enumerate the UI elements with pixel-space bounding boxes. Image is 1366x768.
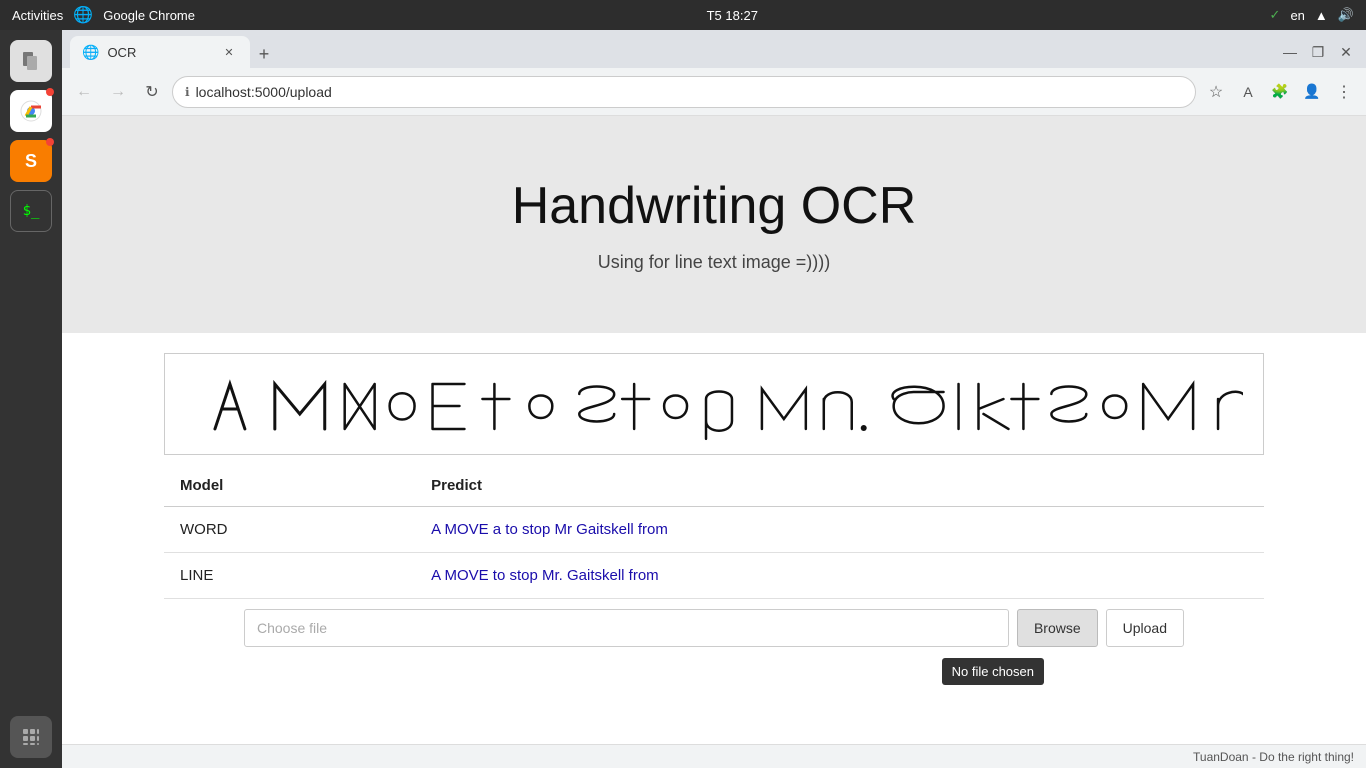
extension-icon[interactable]: 🧩 <box>1266 78 1294 106</box>
no-file-tooltip: No file chosen <box>942 658 1044 685</box>
taskbar-files-icon[interactable] <box>10 40 52 82</box>
results-section: Model Predict WORD A MOVE a to stop Mr G… <box>164 465 1264 687</box>
handwriting-image-area <box>164 353 1264 455</box>
browse-button[interactable]: Browse <box>1017 609 1098 647</box>
table-row: LINE A MOVE to stop Mr. Gaitskell from <box>164 553 1264 599</box>
results-table: Model Predict WORD A MOVE a to stop Mr G… <box>164 465 1264 599</box>
profile-icon[interactable]: 👤 <box>1298 78 1326 106</box>
tab-title: OCR <box>107 45 136 60</box>
status-bar: TuanDoan - Do the right thing! <box>62 744 1366 768</box>
volume-icon: 🔊 <box>1338 7 1354 23</box>
taskbar-sublime-icon[interactable]: S <box>10 140 52 182</box>
reload-button[interactable]: ↻ <box>138 78 166 106</box>
new-tab-button[interactable]: + <box>250 40 278 68</box>
upload-button[interactable]: Upload <box>1106 609 1184 647</box>
taskbar-terminal-icon[interactable]: $_ <box>10 190 52 232</box>
menu-button[interactable]: ⋮ <box>1330 78 1358 106</box>
page-title: Handwriting OCR <box>82 176 1346 236</box>
predict-line-cell: A MOVE to stop Mr. Gaitskell from <box>415 553 1264 599</box>
col-predict-header: Predict <box>415 465 1264 507</box>
table-row: WORD A MOVE a to stop Mr Gaitskell from <box>164 507 1264 553</box>
tab-close-button[interactable]: ✕ <box>220 43 238 61</box>
tab-favicon: 🌐 <box>82 44 99 61</box>
minimize-button[interactable]: — <box>1278 40 1302 64</box>
upload-form: Choose file Browse Upload No file chosen <box>244 609 1184 647</box>
browser-tab[interactable]: 🌐 OCR ✕ <box>70 36 250 68</box>
sublime-active-dot <box>46 138 54 146</box>
col-model-header: Model <box>164 465 415 507</box>
browser-window: 🌐 OCR ✕ + — ❐ ✕ ← → ↻ ℹ localhost:5000/u… <box>62 30 1366 768</box>
os-topbar: Activities 🌐 Google Chrome T5 18:27 ✓ en… <box>0 0 1366 30</box>
window-controls: — ❐ ✕ <box>1278 40 1358 68</box>
hero-section: Handwriting OCR Using for line text imag… <box>62 116 1366 333</box>
file-input-placeholder: Choose file <box>257 620 327 636</box>
maximize-button[interactable]: ❐ <box>1306 40 1330 64</box>
app-name-label: Google Chrome <box>103 8 195 23</box>
address-bar: ← → ↻ ℹ localhost:5000/upload ☆ A 🧩 👤 ⋮ <box>62 68 1366 116</box>
taskbar-left: S $_ <box>0 30 62 768</box>
lang-label: en <box>1290 8 1304 23</box>
taskbar-grid-icon[interactable] <box>10 716 52 758</box>
predict-word-cell: A MOVE a to stop Mr Gaitskell from <box>415 507 1264 553</box>
status-text: TuanDoan - Do the right thing! <box>1193 750 1354 764</box>
url-bar[interactable]: ℹ localhost:5000/upload <box>172 76 1196 108</box>
address-actions: ☆ A 🧩 👤 ⋮ <box>1202 78 1358 106</box>
file-input-display[interactable]: Choose file <box>244 609 1009 647</box>
forward-button[interactable]: → <box>104 78 132 106</box>
translate-icon[interactable]: A <box>1234 78 1262 106</box>
clock-label: T5 18:27 <box>707 8 758 23</box>
url-text: localhost:5000/upload <box>196 84 1183 100</box>
tab-bar: 🌐 OCR ✕ + — ❐ ✕ <box>62 30 1366 68</box>
model-word-cell: WORD <box>164 507 415 553</box>
back-button[interactable]: ← <box>70 78 98 106</box>
wifi-icon: ▲ <box>1315 8 1328 23</box>
bookmark-button[interactable]: ☆ <box>1202 78 1230 106</box>
secure-icon: ℹ <box>185 85 190 99</box>
handwriting-svg <box>185 364 1243 444</box>
page-subtitle: Using for line text image =)))) <box>82 252 1346 273</box>
chrome-active-dot <box>46 88 54 96</box>
activities-label[interactable]: Activities <box>12 8 63 23</box>
taskbar-chrome-icon[interactable] <box>10 90 52 132</box>
page-content: Handwriting OCR Using for line text imag… <box>62 116 1366 744</box>
model-line-cell: LINE <box>164 553 415 599</box>
close-button[interactable]: ✕ <box>1334 40 1358 64</box>
checkmark-icon: ✓ <box>1270 7 1281 23</box>
